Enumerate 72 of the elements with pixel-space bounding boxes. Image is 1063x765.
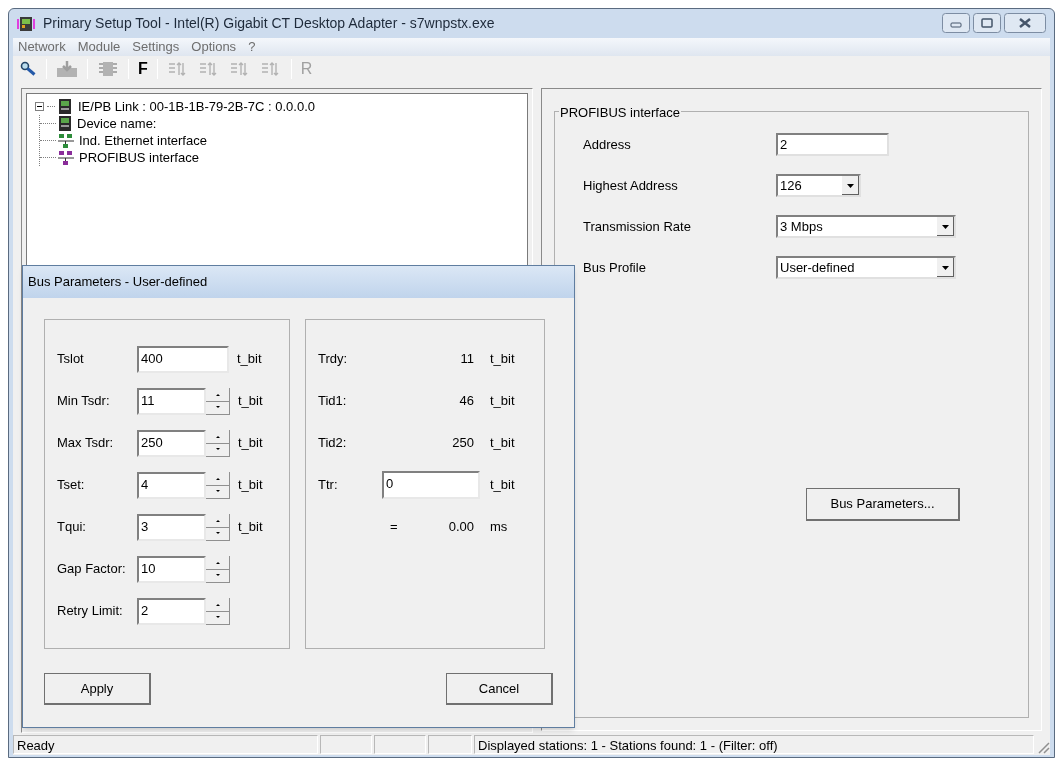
value-text: 46 bbox=[458, 392, 474, 411]
field-label: Max Tsdr: bbox=[57, 434, 115, 453]
field-label: Highest Address bbox=[583, 176, 679, 195]
dialog-title-bar: Bus Parameters - User-defined bbox=[23, 266, 574, 298]
equals-sign: = bbox=[390, 518, 399, 537]
dialog-button[interactable]: Cancel bbox=[446, 673, 553, 705]
field-label: Min Tsdr: bbox=[57, 392, 111, 411]
resize-grip-icon[interactable] bbox=[1036, 740, 1050, 754]
unit-label: t_bit bbox=[238, 392, 263, 411]
unit-label: t_bit bbox=[490, 476, 515, 495]
field-label: Bus Profile bbox=[583, 258, 647, 277]
field-label: Tqui: bbox=[57, 518, 87, 537]
field-label: Ttr: bbox=[318, 476, 339, 495]
value-text: 0.00 bbox=[447, 518, 474, 537]
collapse-icon[interactable] bbox=[35, 102, 44, 111]
menu-item[interactable]: Options bbox=[191, 37, 237, 57]
device-icon bbox=[58, 99, 72, 114]
field-label: Address bbox=[583, 135, 632, 154]
window-title: Primary Setup Tool - Intel(R) Gigabit CT Desktop Adapter - s7wnpstx.exe bbox=[43, 14, 495, 33]
field-label: Gap Factor: bbox=[57, 560, 127, 579]
menu-item[interactable]: Settings bbox=[132, 37, 180, 57]
dropdown-arrow-icon[interactable] bbox=[937, 217, 954, 236]
field-label: Tset: bbox=[57, 476, 86, 495]
input-field[interactable]: 2 bbox=[776, 133, 889, 156]
status-text: Ready bbox=[13, 735, 318, 754]
input-field[interactable]: 0 bbox=[382, 471, 480, 499]
value-text: 11 bbox=[459, 350, 474, 369]
unit-label: t_bit bbox=[490, 434, 515, 453]
status-text: Displayed stations: 1 - Stations found: 1 - (Filter: off) bbox=[474, 735, 1034, 754]
toolbar-button[interactable]: F bbox=[138, 57, 148, 81]
menu-item[interactable]: Module bbox=[77, 37, 121, 57]
unit-label: t_bit bbox=[237, 350, 262, 369]
close-button[interactable] bbox=[1004, 13, 1046, 33]
field-label: Retry Limit: bbox=[57, 602, 124, 621]
field-label: Tid1: bbox=[318, 392, 348, 411]
field-label: Trdy: bbox=[318, 350, 349, 369]
unit-label: t_bit bbox=[238, 518, 263, 537]
dropdown[interactable]: User-defined bbox=[776, 256, 956, 279]
input-field[interactable]: 400 bbox=[137, 345, 229, 373]
app-icon bbox=[17, 15, 35, 32]
network-icon bbox=[58, 133, 74, 148]
menu-item[interactable]: Network bbox=[18, 37, 66, 57]
unit-label: ms bbox=[490, 518, 508, 537]
spin-arrows-icon[interactable] bbox=[206, 387, 230, 415]
spin-arrows-icon[interactable] bbox=[206, 513, 230, 541]
spin-arrows-icon[interactable] bbox=[206, 471, 230, 499]
dropdown[interactable]: 3 Mbps bbox=[776, 215, 956, 238]
spin-arrows-icon[interactable] bbox=[206, 429, 230, 457]
field-label: Tslot bbox=[57, 350, 85, 369]
dialog-button[interactable]: Apply bbox=[44, 673, 151, 705]
dropdown-arrow-icon[interactable] bbox=[842, 176, 859, 195]
unit-label: t_bit bbox=[238, 434, 263, 453]
network-icon bbox=[58, 150, 74, 165]
spin-arrows-icon[interactable] bbox=[206, 555, 230, 583]
status-pane bbox=[374, 735, 426, 754]
minimize-button[interactable] bbox=[942, 13, 970, 33]
bus-parameters-button[interactable]: Bus Parameters... bbox=[806, 488, 960, 521]
device-icon bbox=[58, 116, 72, 131]
maximize-button[interactable] bbox=[973, 13, 1001, 33]
unit-label: t_bit bbox=[490, 392, 515, 411]
spin-arrows-icon[interactable] bbox=[206, 597, 230, 625]
search-icon[interactable] bbox=[19, 60, 37, 78]
dropdown[interactable]: 126 bbox=[776, 174, 861, 197]
dropdown-arrow-icon[interactable] bbox=[937, 258, 954, 277]
field-label: Transmission Rate bbox=[583, 217, 692, 236]
value-text: 250 bbox=[451, 434, 474, 453]
unit-label: t_bit bbox=[490, 350, 515, 369]
unit-label: t_bit bbox=[238, 476, 263, 495]
status-pane bbox=[428, 735, 472, 754]
field-label: Tid2: bbox=[318, 434, 348, 453]
status-pane bbox=[320, 735, 372, 754]
menu-item[interactable]: ? bbox=[248, 37, 256, 57]
